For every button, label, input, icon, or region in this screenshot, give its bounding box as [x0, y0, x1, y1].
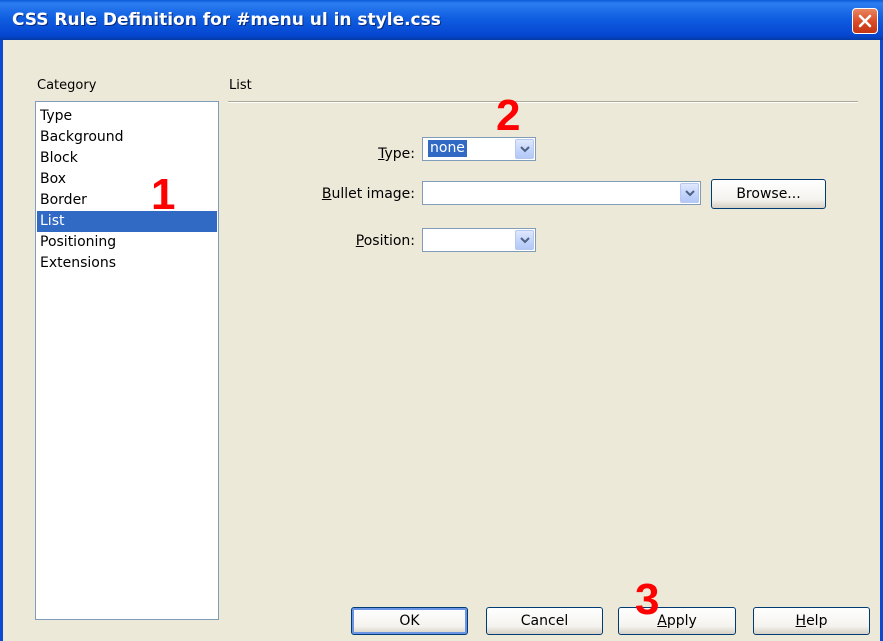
annotation-3: 3 — [635, 575, 660, 624]
window-title: CSS Rule Definition for #menu ul in styl… — [12, 10, 441, 30]
type-select[interactable]: none — [422, 137, 536, 161]
bullet-image-label: Bullet image: — [321, 186, 415, 202]
section-divider — [228, 101, 858, 103]
category-label: Category — [37, 78, 97, 93]
bullet-image-dropdown-button[interactable] — [680, 183, 699, 203]
close-button[interactable] — [852, 8, 878, 34]
category-item-extensions[interactable]: Extensions — [37, 253, 217, 274]
bullet-image-select[interactable] — [422, 181, 701, 205]
position-label: Position: — [355, 233, 415, 249]
category-item-positioning[interactable]: Positioning — [37, 232, 217, 253]
category-item-block[interactable]: Block — [37, 148, 217, 169]
type-label: Type: — [378, 146, 415, 162]
title-bar[interactable]: CSS Rule Definition for #menu ul in styl… — [0, 0, 883, 40]
category-item-type[interactable]: Type — [37, 106, 217, 127]
annotation-1: 1 — [151, 170, 176, 219]
chevron-down-icon — [520, 237, 530, 244]
position-dropdown-button[interactable] — [515, 230, 534, 250]
category-item-box[interactable]: Box — [37, 169, 217, 190]
category-item-border[interactable]: Border — [37, 190, 217, 211]
section-title: List — [229, 78, 252, 93]
annotation-2: 2 — [496, 91, 521, 140]
category-list[interactable]: Type Background Block Box Border List Po… — [35, 101, 219, 620]
cancel-button[interactable]: Cancel — [486, 607, 603, 635]
window-frame-left — [0, 40, 3, 641]
category-item-background[interactable]: Background — [37, 127, 217, 148]
browse-button[interactable]: Browse... — [711, 179, 826, 209]
help-button[interactable]: Help — [753, 607, 870, 635]
position-select[interactable] — [422, 228, 536, 252]
type-value: none — [428, 140, 467, 157]
ok-button[interactable]: OK — [351, 607, 468, 635]
chevron-down-icon — [685, 190, 695, 197]
chevron-down-icon — [520, 146, 530, 153]
category-item-list[interactable]: List — [37, 211, 217, 232]
close-icon — [858, 14, 872, 28]
type-dropdown-button[interactable] — [515, 139, 534, 159]
